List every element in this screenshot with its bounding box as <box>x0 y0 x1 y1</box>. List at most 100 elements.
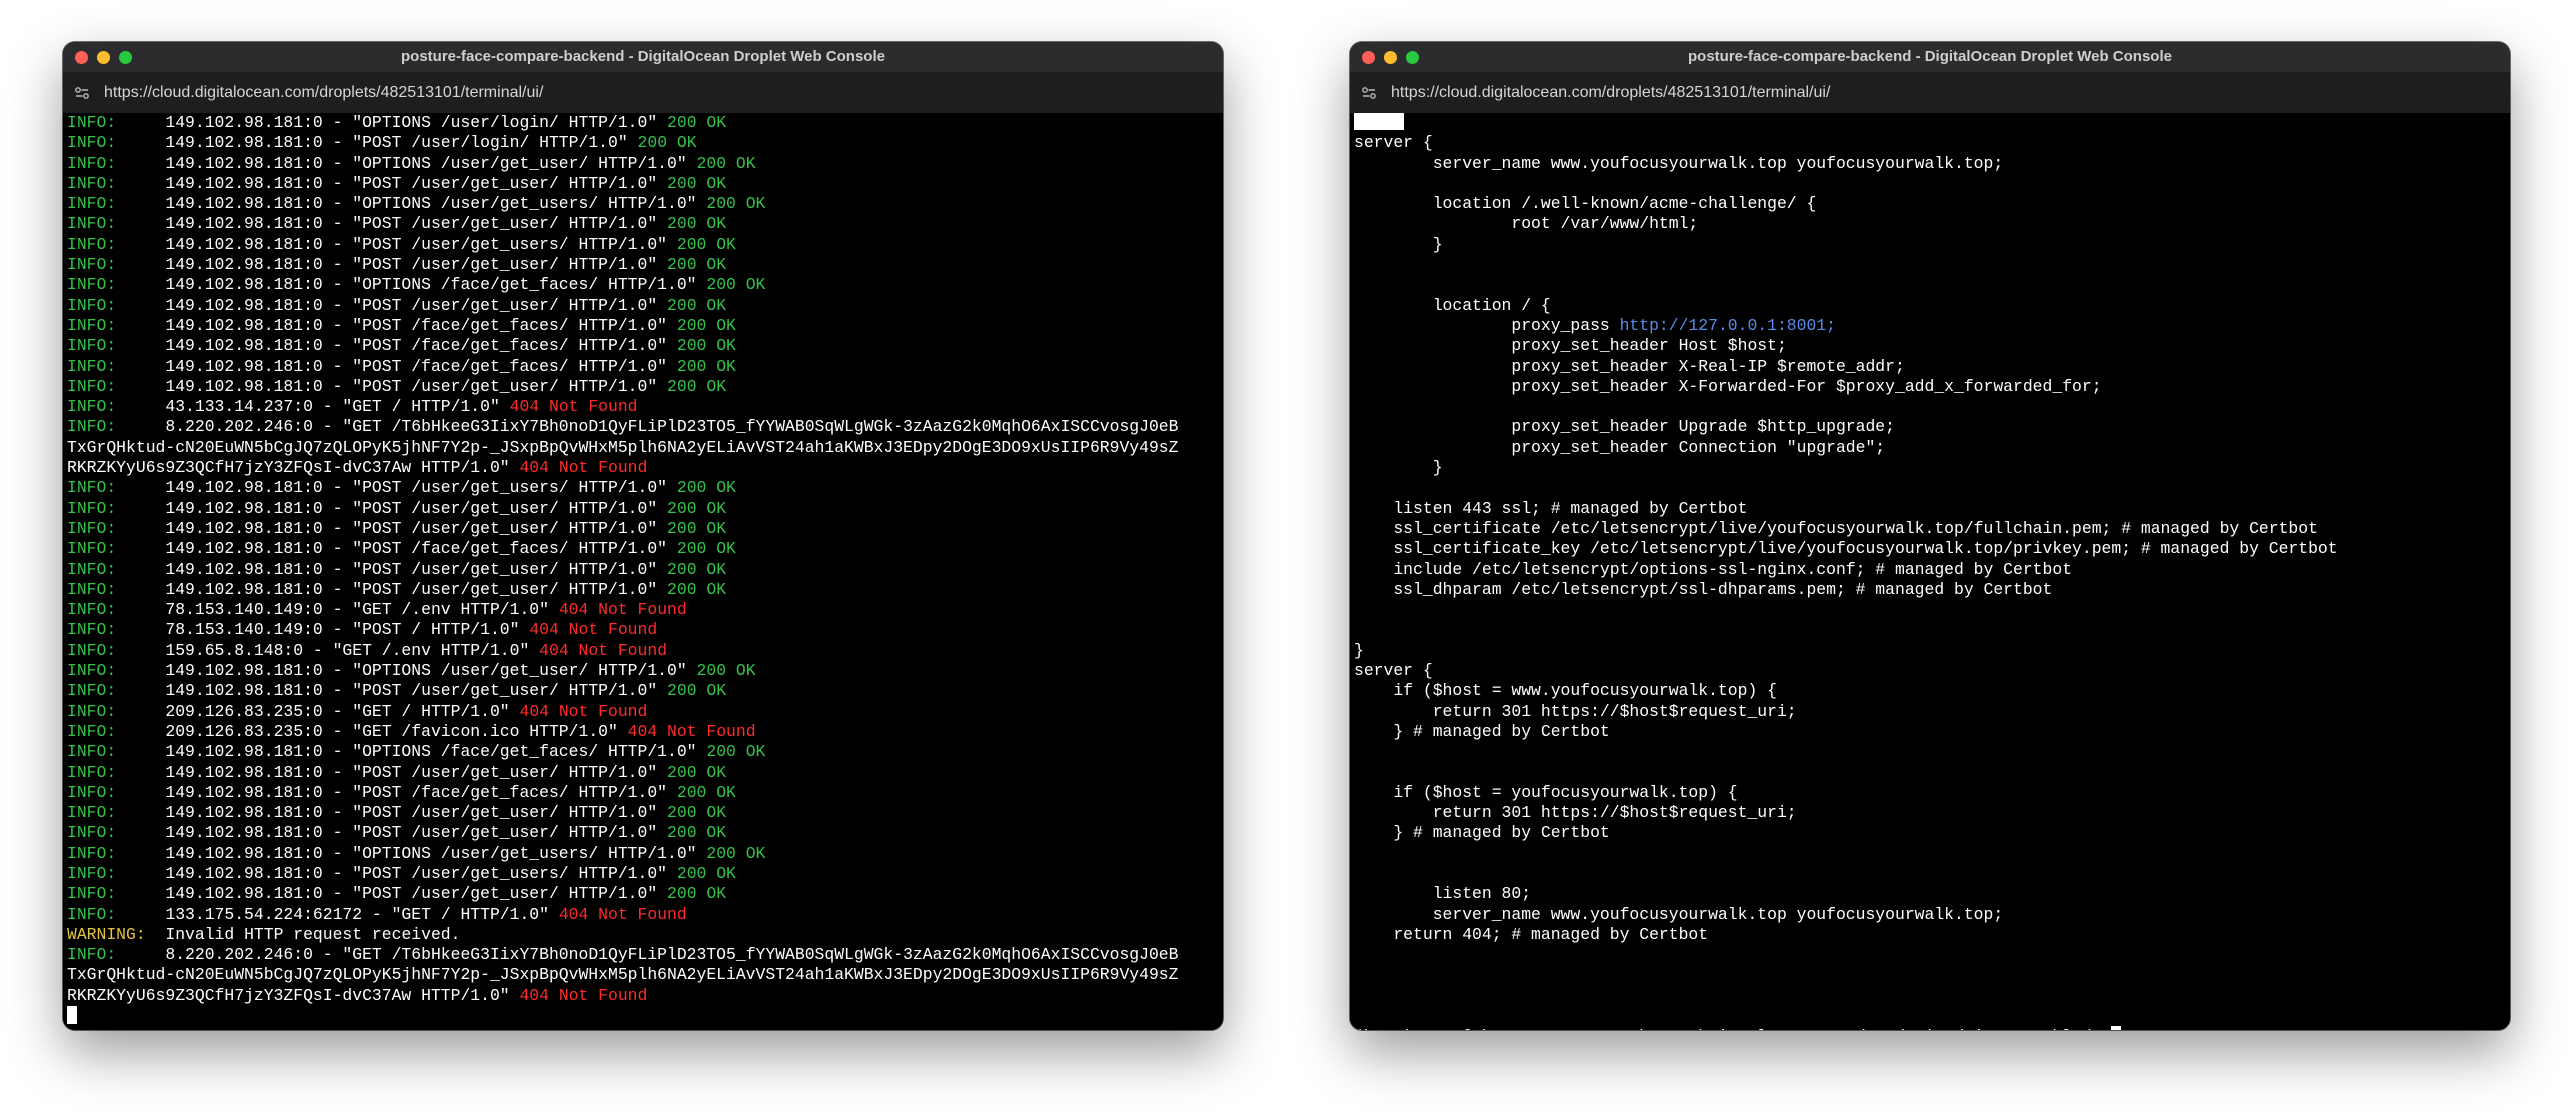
url-text[interactable]: https://cloud.digitalocean.com/droplets/… <box>104 73 543 113</box>
http-status: 200 OK <box>667 498 727 518</box>
config-line: } <box>1354 641 2506 661</box>
http-status: 200 OK <box>667 295 727 315</box>
log-message: 149.102.98.181:0 - "POST /face/get_faces… <box>116 336 668 356</box>
config-text: if ($host = youfocusyourwalk.top) { <box>1354 782 1738 802</box>
config-line: } # managed by Certbot <box>1354 722 2506 742</box>
log-message: 149.102.98.181:0 - "POST /user/get_user/… <box>116 214 658 234</box>
log-level: INFO: <box>67 701 117 721</box>
site-settings-icon[interactable] <box>73 84 91 102</box>
log-message: 159.65.8.148:0 - "GET /.env HTTP/1.0" <box>116 640 530 660</box>
log-line: RKRZKYyU6s9Z3QCfH7jzY3ZFQsI-dvC37Aw HTTP… <box>67 986 1219 1006</box>
log-level: INFO: <box>67 945 117 965</box>
log-message: 149.102.98.181:0 - "POST /user/get_user/… <box>116 579 658 599</box>
window-title: posture-face-compare-backend - DigitalOc… <box>401 48 885 65</box>
config-line: listen 443 ssl; # managed by Certbot <box>1354 499 2506 519</box>
config-line: ssl_certificate_key /etc/letsencrypt/liv… <box>1354 539 2506 559</box>
http-status: 200 OK <box>637 133 697 153</box>
log-message: 149.102.98.181:0 - "POST /user/get_user/… <box>116 762 658 782</box>
log-line: TxGrQHktud-cN20EuWN5bCgJQ7zQLOPyK5jhNF7Y… <box>67 965 1219 985</box>
log-message: 149.102.98.181:0 - "OPTIONS /user/get_us… <box>116 194 697 214</box>
config-line: server_name www.youfocusyourwalk.top you… <box>1354 154 2506 174</box>
log-line: INFO: 149.102.98.181:0 - "POST /face/get… <box>67 357 1219 377</box>
http-status: 200 OK <box>676 356 736 376</box>
config-text: root /var/www/html; <box>1354 214 1699 234</box>
config-line: proxy_set_header X-Forwarded-For $proxy_… <box>1354 377 2506 397</box>
log-line: INFO: 149.102.98.181:0 - "POST /user/get… <box>67 377 1219 397</box>
config-line: proxy_set_header Host $host; <box>1354 336 2506 356</box>
log-line: INFO: 8.220.202.246:0 - "GET /T6bHkeeG3I… <box>67 417 1219 437</box>
terminal-output[interactable]: INFO: 149.102.98.181:0 - "OPTIONS /user/… <box>63 113 1223 1030</box>
log-message: 149.102.98.181:0 - "POST /user/get_user/… <box>116 559 658 579</box>
log-message: 149.102.98.181:0 - "OPTIONS /user/login/… <box>116 113 658 132</box>
terminal-cursor <box>2111 1026 2122 1030</box>
address-bar[interactable]: https://cloud.digitalocean.com/droplets/… <box>1350 73 2510 114</box>
http-status: 200 OK <box>667 559 727 579</box>
config-line <box>1354 1006 2506 1026</box>
http-status: 200 OK <box>667 255 727 275</box>
log-level: INFO: <box>67 153 117 173</box>
http-status: 404 Not Found <box>558 904 687 924</box>
prompt-line[interactable]: (base) root@ubuntu-s-2vcpu-4gb-120gb-int… <box>1354 1026 2506 1030</box>
log-message: 133.175.54.224:62172 - "GET / HTTP/1.0" <box>116 904 549 924</box>
proxy-pass-url[interactable]: http://127.0.0.1:8001; <box>1620 316 1836 335</box>
config-line <box>1354 864 2506 884</box>
log-message: 209.126.83.235:0 - "GET / HTTP/1.0" <box>116 701 510 721</box>
log-message: 43.133.14.237:0 - "GET / HTTP/1.0" <box>116 397 500 417</box>
config-text: } <box>1354 458 1443 478</box>
config-line: return 404; # managed by Certbot <box>1354 925 2506 945</box>
log-line: INFO: 149.102.98.181:0 - "POST /face/get… <box>67 316 1219 336</box>
log-level: INFO: <box>67 173 117 193</box>
log-level: INFO: <box>67 518 117 538</box>
site-settings-icon[interactable] <box>1360 84 1378 102</box>
log-level: INFO: <box>67 336 117 356</box>
config-line: server { <box>1354 133 2506 153</box>
log-level: INFO: <box>67 559 117 579</box>
config-text: return 301 https://$host$request_uri; <box>1354 701 1797 721</box>
config-line: if ($host = www.youfocusyourwalk.top) { <box>1354 681 2506 701</box>
log-line: INFO: 159.65.8.148:0 - "GET /.env HTTP/1… <box>67 641 1219 661</box>
log-line: INFO: 133.175.54.224:62172 - "GET / HTTP… <box>67 905 1219 925</box>
log-level: INFO: <box>67 782 117 802</box>
config-line: listen 80; <box>1354 884 2506 904</box>
config-text: location / { <box>1354 295 1551 315</box>
log-message: 149.102.98.181:0 - "OPTIONS /user/get_us… <box>116 843 697 863</box>
log-line: INFO: 209.126.83.235:0 - "GET / HTTP/1.0… <box>67 702 1219 722</box>
log-line: INFO: 149.102.98.181:0 - "POST /face/get… <box>67 783 1219 803</box>
config-line: } <box>1354 458 2506 478</box>
log-line: INFO: 149.102.98.181:0 - "OPTIONS /user/… <box>67 661 1219 681</box>
config-line <box>1354 965 2506 985</box>
log-message: 149.102.98.181:0 - "POST /user/get_user/… <box>116 498 658 518</box>
config-text: proxy_set_header Connection "upgrade"; <box>1354 437 1886 457</box>
log-level: INFO: <box>67 579 117 599</box>
http-status: 404 Not Found <box>519 701 648 721</box>
log-level: INFO: <box>67 356 117 376</box>
http-status: 200 OK <box>667 113 727 132</box>
http-status: 200 OK <box>667 579 727 599</box>
http-status: 200 OK <box>667 518 727 538</box>
log-level: INFO: <box>67 478 117 498</box>
config-line: ssl_dhparam /etc/letsencrypt/ssl-dhparam… <box>1354 580 2506 600</box>
log-message: 149.102.98.181:0 - "POST /face/get_faces… <box>116 782 668 802</box>
http-status: 404 Not Found <box>539 640 668 660</box>
config-line <box>1354 174 2506 194</box>
log-line: INFO: 149.102.98.181:0 - "POST /user/get… <box>67 478 1219 498</box>
log-level: INFO: <box>67 113 117 132</box>
url-text[interactable]: https://cloud.digitalocean.com/droplets/… <box>1391 73 1830 113</box>
config-text: return 301 https://$host$request_uri; <box>1354 803 1797 823</box>
config-text: } # managed by Certbot <box>1354 721 1610 741</box>
config-text: listen 80; <box>1354 884 1532 904</box>
title-bar: posture-face-compare-backend - DigitalOc… <box>63 42 1223 73</box>
log-line: INFO: 149.102.98.181:0 - "OPTIONS /face/… <box>67 275 1219 295</box>
http-status: 200 OK <box>667 173 727 193</box>
terminal-editor[interactable]: server { server_name www.youfocusyourwal… <box>1350 113 2510 1030</box>
log-level: INFO: <box>67 681 117 701</box>
http-status: 200 OK <box>667 803 727 823</box>
config-text: server_name www.youfocusyourwalk.top you… <box>1354 904 2004 924</box>
http-status: 200 OK <box>676 336 736 356</box>
address-bar[interactable]: https://cloud.digitalocean.com/droplets/… <box>63 73 1223 114</box>
log-message: 149.102.98.181:0 - "POST /user/get_user/… <box>116 295 658 315</box>
log-level: INFO: <box>67 640 117 660</box>
log-line: INFO: 149.102.98.181:0 - "POST /user/get… <box>67 884 1219 904</box>
log-line: INFO: 149.102.98.181:0 - "OPTIONS /face/… <box>67 742 1219 762</box>
http-status: 200 OK <box>667 681 727 701</box>
